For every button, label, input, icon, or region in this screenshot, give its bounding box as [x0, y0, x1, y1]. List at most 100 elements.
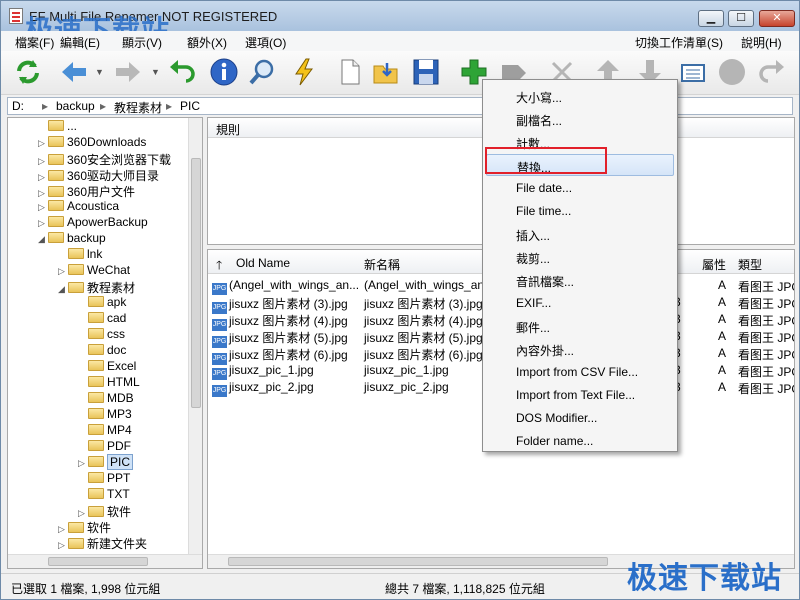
tree-item[interactable]: ▷ PIC — [78, 454, 134, 471]
context-menu-item[interactable]: 副檔名... — [486, 108, 674, 130]
context-menu-item[interactable]: 裁剪... — [486, 246, 674, 268]
collapse-arrow-icon[interactable]: ▷ — [78, 508, 88, 519]
lightning-icon[interactable] — [289, 57, 319, 87]
folder-tree[interactable]: ... ▷ 360Downloads ▷ 360安全浏览器下载 ▷ 360驱动大师目录 ▷ 36… — [7, 117, 203, 569]
tree-item[interactable]: ▷ 软件 — [78, 503, 131, 519]
context-menu-item[interactable]: Folder name... — [486, 430, 674, 452]
scrollbar-thumb[interactable] — [228, 557, 608, 566]
menu-switch-worklist[interactable]: 切換工作清單(S) — [635, 34, 723, 51]
file-old-name: jisuxz 图片素材 (5).jpg — [229, 331, 348, 345]
tree-item[interactable]: ... — [38, 119, 77, 135]
tree-item-label: PIC — [107, 454, 134, 470]
context-menu-item[interactable]: 插入... — [486, 223, 674, 245]
list-icon[interactable] — [679, 57, 709, 87]
breadcrumb-drive[interactable]: D: — [12, 99, 24, 113]
tree-item[interactable]: css — [78, 327, 125, 343]
file-old-name-cell: JPG jisuxz_pic_2.jpg — [212, 380, 314, 397]
new-file-icon[interactable] — [335, 57, 365, 87]
file-old-name: jisuxz 图片素材 (3).jpg — [229, 297, 348, 311]
tree-item[interactable]: cad — [78, 311, 126, 327]
tree-item[interactable]: MDB — [78, 391, 134, 407]
breadcrumb-backup[interactable]: backup — [56, 99, 95, 113]
sort-up-icon[interactable]: 🡑 — [216, 256, 222, 277]
tree-item[interactable]: ◢ backup — [38, 231, 106, 247]
menu-file[interactable]: 檔案(F) — [15, 34, 54, 51]
tree-item[interactable]: ▷ 360用户文件 — [38, 183, 135, 199]
tree-item[interactable]: ▷ 360安全浏览器下载 — [38, 151, 171, 167]
menu-edit[interactable]: 編輯(E) — [60, 34, 100, 51]
tree-horizontal-scrollbar[interactable] — [8, 554, 202, 568]
collapse-arrow-icon[interactable]: ▷ — [38, 172, 48, 183]
column-old-name[interactable]: Old Name — [236, 256, 290, 270]
collapse-arrow-icon[interactable]: ▷ — [38, 188, 48, 199]
scrollbar-thumb[interactable] — [48, 557, 148, 566]
info-icon[interactable] — [209, 57, 239, 87]
tree-item[interactable]: ▷ WeChat — [58, 263, 130, 279]
menu-help[interactable]: 說明(H) — [741, 34, 782, 51]
context-menu-item[interactable]: 郵件... — [486, 315, 674, 337]
open-folder-icon[interactable] — [371, 57, 401, 87]
breadcrumb-pic[interactable]: PIC — [180, 99, 200, 113]
context-menu-item[interactable]: 大小寫... — [486, 85, 674, 107]
tree-item[interactable]: ◢ 教程素材 — [58, 279, 135, 295]
context-menu-item[interactable]: 音訊檔案... — [486, 269, 674, 291]
menu-view[interactable]: 顯示(V) — [122, 34, 162, 51]
tree-item[interactable]: doc — [78, 343, 126, 359]
back-icon[interactable] — [59, 57, 89, 87]
collapse-arrow-icon[interactable]: ▷ — [38, 156, 48, 167]
scrollbar-thumb[interactable] — [191, 158, 201, 408]
context-menu-item[interactable]: DOS Modifier... — [486, 407, 674, 429]
folder-icon — [88, 488, 104, 499]
tree-vertical-scrollbar[interactable] — [188, 118, 202, 568]
collapse-arrow-icon[interactable]: ▷ — [58, 524, 68, 535]
collapse-arrow-icon[interactable]: ▷ — [78, 458, 88, 469]
context-menu-item[interactable]: File time... — [486, 200, 674, 222]
tree-item[interactable]: ▷ 360Downloads — [38, 135, 146, 151]
context-menu-item[interactable]: File date... — [486, 177, 674, 199]
tree-item[interactable]: ▷ Acoustica — [38, 199, 119, 215]
collapse-arrow-icon[interactable]: ▷ — [38, 138, 48, 149]
menu-extra[interactable]: 額外(X) — [187, 34, 227, 51]
maximize-button[interactable]: ☐ — [728, 10, 754, 27]
column-attributes[interactable]: 屬性 — [702, 256, 726, 273]
search-icon[interactable] — [247, 57, 277, 87]
expand-arrow-icon[interactable]: ◢ — [38, 234, 48, 245]
column-type[interactable]: 類型 — [738, 256, 762, 273]
close-button[interactable]: ✕ — [759, 10, 795, 27]
menu-options[interactable]: 選項(O) — [245, 34, 286, 51]
save-icon[interactable] — [411, 57, 441, 87]
minimize-button[interactable]: ▁ — [698, 10, 724, 27]
collapse-arrow-icon[interactable]: ▷ — [58, 266, 68, 277]
file-type: 看图王 JPG — [738, 280, 795, 294]
tree-item[interactable]: ▷ ApowerBackup — [38, 215, 148, 231]
tree-item[interactable]: ▷ 新建文件夹 — [58, 535, 147, 551]
circle-icon[interactable] — [717, 57, 747, 87]
tree-item[interactable]: ▷ 360驱动大师目录 — [38, 167, 159, 183]
tree-item[interactable]: lnk — [58, 247, 102, 263]
context-menu-item[interactable]: 內容外掛... — [486, 338, 674, 360]
file-type: 看图王 JPG — [738, 331, 795, 345]
file-attributes: A — [718, 312, 727, 326]
context-menu-item[interactable]: EXIF... — [486, 292, 674, 314]
redo-icon[interactable] — [757, 57, 787, 87]
tree-item[interactable]: MP4 — [78, 423, 132, 439]
forward-icon[interactable] — [113, 57, 143, 87]
tree-item[interactable]: PPT — [78, 471, 130, 487]
breadcrumb-tutorial[interactable]: 教程素材 — [114, 99, 162, 116]
tree-item[interactable]: MP3 — [78, 407, 132, 423]
refresh-icon[interactable] — [13, 57, 43, 87]
tree-item[interactable]: apk — [78, 295, 126, 311]
context-menu-item[interactable]: Import from Text File... — [486, 384, 674, 406]
undo-icon[interactable] — [167, 57, 197, 87]
collapse-arrow-icon[interactable]: ▷ — [58, 540, 68, 551]
tree-item[interactable]: TXT — [78, 487, 130, 503]
column-new-name[interactable]: 新名稱 — [364, 256, 400, 273]
collapse-arrow-icon[interactable]: ▷ — [38, 218, 48, 229]
context-menu-item[interactable]: Import from CSV File... — [486, 361, 674, 383]
tree-item[interactable]: ▷ 软件 — [58, 519, 111, 535]
collapse-arrow-icon[interactable]: ▷ — [38, 202, 48, 213]
tree-item[interactable]: PDF — [78, 439, 131, 455]
expand-arrow-icon[interactable]: ◢ — [58, 284, 68, 295]
tree-item[interactable]: Excel — [78, 359, 136, 375]
tree-item[interactable]: HTML — [78, 375, 140, 391]
